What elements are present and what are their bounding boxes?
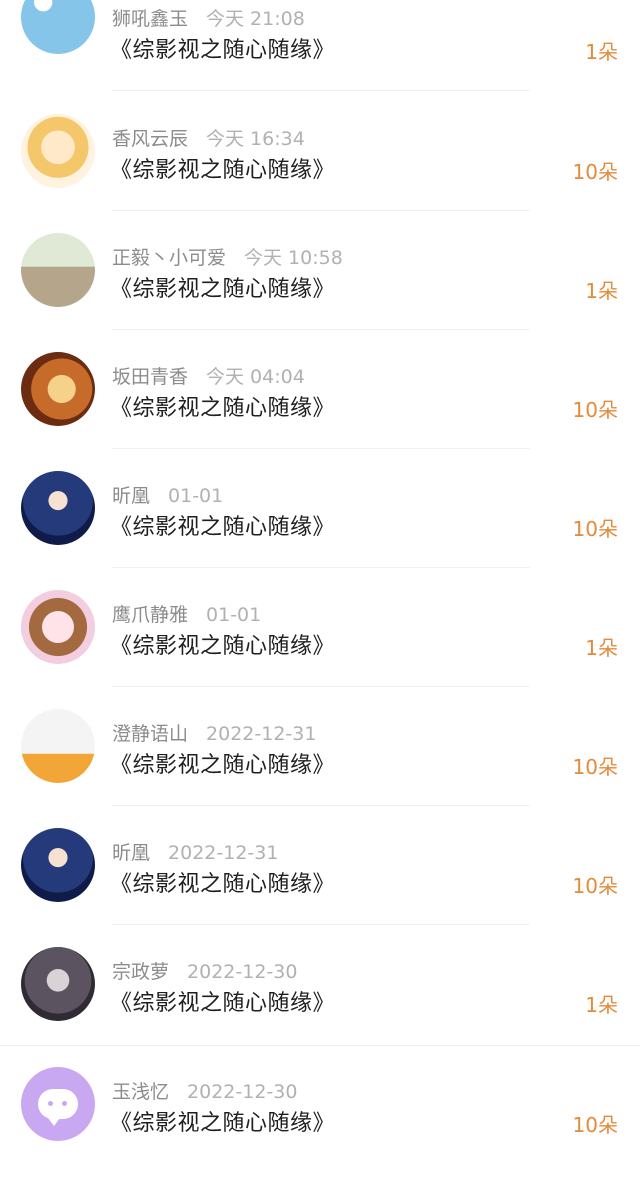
user-name[interactable]: 昕凰 <box>112 485 150 507</box>
user-name[interactable]: 鹰爪静雅 <box>112 604 188 626</box>
divider <box>112 90 530 91</box>
list-item[interactable]: 狮吼鑫玉 今天 21:08 《综影视之随心随缘》 1朵 <box>0 0 640 99</box>
avatar[interactable] <box>21 233 95 307</box>
book-title: 《综影视之随心随缘》 <box>110 158 336 183</box>
timestamp: 01-01 <box>206 604 262 626</box>
avatar[interactable] <box>21 590 95 664</box>
divider <box>112 686 530 687</box>
book-title: 《综影视之随心随缘》 <box>110 753 336 778</box>
gift-amount: 10朵 <box>572 160 618 184</box>
book-title: 《综影视之随心随缘》 <box>110 396 336 421</box>
item-meta: 鹰爪静雅 01-01 <box>112 600 261 630</box>
user-name[interactable]: 香风云辰 <box>112 128 188 150</box>
gift-amount: 10朵 <box>572 517 618 541</box>
avatar[interactable] <box>21 352 95 426</box>
list-item[interactable]: 坂田青香 今天 04:04 《综影视之随心随缘》 10朵 <box>0 352 640 471</box>
list-item[interactable]: 鹰爪静雅 01-01 《综影视之随心随缘》 1朵 <box>0 590 640 709</box>
list-item[interactable]: 正毅丶小可爱 今天 10:58 《综影视之随心随缘》 1朵 <box>0 233 640 352</box>
gift-amount: 1朵 <box>585 279 618 303</box>
user-name[interactable]: 狮吼鑫玉 <box>112 8 188 30</box>
book-title: 《综影视之随心随缘》 <box>110 38 336 63</box>
gift-amount: 1朵 <box>585 40 618 64</box>
avatar[interactable] <box>21 471 95 545</box>
timestamp: 今天 04:04 <box>206 366 305 388</box>
list-item[interactable]: 澄静语山 2022-12-31 《综影视之随心随缘》 10朵 <box>0 709 640 828</box>
user-name[interactable]: 澄静语山 <box>112 723 188 745</box>
gift-amount: 1朵 <box>585 993 618 1017</box>
divider <box>112 329 530 330</box>
user-name[interactable]: 玉浅忆 <box>112 1081 169 1103</box>
list-item[interactable]: 宗政萝 2022-12-30 《综影视之随心随缘》 1朵 <box>0 947 640 1066</box>
user-name[interactable]: 宗政萝 <box>112 961 169 983</box>
gift-amount: 10朵 <box>572 398 618 422</box>
gift-amount: 10朵 <box>572 755 618 779</box>
divider <box>112 567 530 568</box>
book-title: 《综影视之随心随缘》 <box>110 634 336 659</box>
gift-amount: 10朵 <box>572 874 618 898</box>
timestamp: 今天 10:58 <box>244 247 343 269</box>
book-title: 《综影视之随心随缘》 <box>110 515 336 540</box>
timestamp: 2022-12-30 <box>187 1081 298 1103</box>
user-name[interactable]: 昕凰 <box>112 842 150 864</box>
user-name[interactable]: 正毅丶小可爱 <box>112 247 226 269</box>
divider <box>112 448 530 449</box>
divider <box>112 805 530 806</box>
avatar[interactable] <box>21 0 95 54</box>
avatar[interactable] <box>21 709 95 783</box>
item-meta: 香风云辰 今天 16:34 <box>112 124 305 154</box>
item-meta: 玉浅忆 2022-12-30 <box>112 1077 297 1107</box>
divider <box>112 210 530 211</box>
user-name[interactable]: 坂田青香 <box>112 366 188 388</box>
item-meta: 正毅丶小可爱 今天 10:58 <box>112 243 343 273</box>
avatar[interactable] <box>21 947 95 1021</box>
avatar[interactable] <box>21 828 95 902</box>
timestamp: 今天 21:08 <box>206 8 305 30</box>
list-item[interactable]: 昕凰 2022-12-31 《综影视之随心随缘》 10朵 <box>0 828 640 947</box>
timestamp: 2022-12-31 <box>206 723 317 745</box>
list-item[interactable]: 香风云辰 今天 16:34 《综影视之随心随缘》 10朵 <box>0 114 640 233</box>
item-meta: 坂田青香 今天 04:04 <box>112 362 305 392</box>
avatar[interactable] <box>21 1067 95 1141</box>
avatar[interactable] <box>21 114 95 188</box>
item-meta: 澄静语山 2022-12-31 <box>112 719 316 749</box>
item-meta: 昕凰 01-01 <box>112 481 223 511</box>
gift-amount: 1朵 <box>585 636 618 660</box>
timestamp: 01-01 <box>168 485 224 507</box>
item-meta: 昕凰 2022-12-31 <box>112 838 278 868</box>
timestamp: 2022-12-30 <box>187 961 298 983</box>
divider <box>0 1045 640 1046</box>
book-title: 《综影视之随心随缘》 <box>110 277 336 302</box>
divider <box>112 924 530 925</box>
timestamp: 今天 16:34 <box>206 128 305 150</box>
item-meta: 宗政萝 2022-12-30 <box>112 957 297 987</box>
book-title: 《综影视之随心随缘》 <box>110 991 336 1016</box>
chat-bubble-icon <box>38 1089 78 1126</box>
book-title: 《综影视之随心随缘》 <box>110 1111 336 1136</box>
list-item[interactable]: 昕凰 01-01 《综影视之随心随缘》 10朵 <box>0 471 640 590</box>
gift-amount: 10朵 <box>572 1113 618 1137</box>
item-meta: 狮吼鑫玉 今天 21:08 <box>112 4 305 34</box>
list-item[interactable]: 玉浅忆 2022-12-30 《综影视之随心随缘》 10朵 <box>0 1067 640 1186</box>
book-title: 《综影视之随心随缘》 <box>110 872 336 897</box>
timestamp: 2022-12-31 <box>168 842 279 864</box>
